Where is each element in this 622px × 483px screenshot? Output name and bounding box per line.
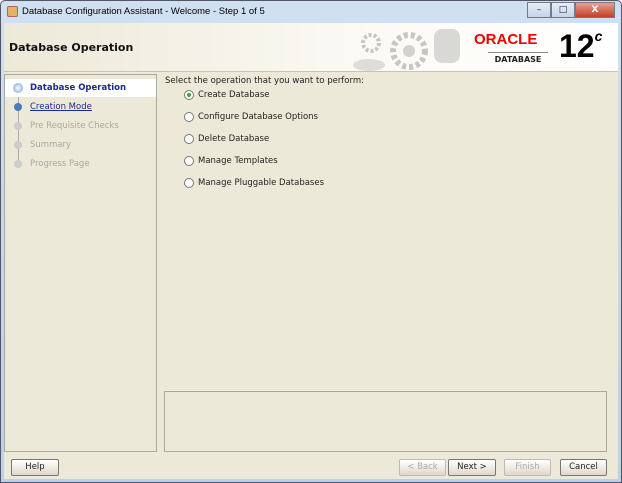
step-progress-page: Progress Page bbox=[5, 155, 156, 173]
step-label: Summary bbox=[30, 140, 72, 150]
radio-icon[interactable] bbox=[184, 112, 194, 122]
cancel-button[interactable]: Cancel bbox=[560, 459, 607, 476]
gears-graphic-icon bbox=[353, 29, 460, 71]
window-title: Database Configuration Assistant - Welco… bbox=[22, 6, 265, 17]
next-button[interactable]: Next > bbox=[448, 459, 496, 476]
step-dot-icon bbox=[14, 122, 22, 130]
step-label: Pre Requisite Checks bbox=[30, 121, 119, 131]
radio-selected-icon[interactable] bbox=[184, 90, 194, 100]
step-database-operation[interactable]: Database Operation bbox=[5, 79, 156, 97]
oracle-logo: ORACLE bbox=[474, 31, 538, 48]
database-label: DATABASE bbox=[488, 52, 548, 64]
radio-configure-database-options[interactable]: Configure Database Options bbox=[184, 112, 318, 122]
radio-label: Create Database bbox=[198, 90, 270, 100]
java-app-icon bbox=[7, 6, 18, 17]
radio-label: Delete Database bbox=[198, 134, 270, 144]
step-pre-requisite-checks: Pre Requisite Checks bbox=[5, 117, 156, 135]
step-summary: Summary bbox=[5, 136, 156, 154]
radio-label: Manage Templates bbox=[198, 156, 278, 166]
radio-manage-pluggable-databases[interactable]: Manage Pluggable Databases bbox=[184, 178, 324, 188]
radio-manage-templates[interactable]: Manage Templates bbox=[184, 156, 278, 166]
client-area: Database Operation ORACLE DATABASE 12c D… bbox=[4, 23, 618, 479]
title-bar: Database Configuration Assistant - Welco… bbox=[1, 1, 621, 23]
content-panel: Select the operation that you want to pe… bbox=[161, 74, 616, 452]
help-button[interactable]: Help bbox=[11, 459, 59, 476]
version-logo: 12c bbox=[559, 28, 603, 64]
dbca-window: Database Configuration Assistant - Welco… bbox=[0, 0, 622, 483]
radio-delete-database[interactable]: Delete Database bbox=[184, 134, 269, 144]
step-label: Creation Mode bbox=[30, 102, 92, 112]
radio-label: Configure Database Options bbox=[198, 112, 318, 122]
step-dot-icon bbox=[14, 160, 22, 168]
minimize-button[interactable]: – bbox=[527, 2, 551, 18]
step-creation-mode[interactable]: Creation Mode bbox=[5, 98, 156, 116]
radio-icon[interactable] bbox=[184, 134, 194, 144]
back-button[interactable]: < Back bbox=[399, 459, 446, 476]
page-title: Database Operation bbox=[9, 41, 134, 54]
step-dot-icon bbox=[14, 103, 22, 111]
header-banner: Database Operation ORACLE DATABASE 12c bbox=[4, 23, 618, 72]
operation-prompt: Select the operation that you want to pe… bbox=[165, 76, 364, 86]
radio-label: Manage Pluggable Databases bbox=[198, 178, 325, 188]
step-dot-icon bbox=[14, 141, 22, 149]
maximize-button[interactable]: □ bbox=[551, 2, 575, 18]
radio-icon[interactable] bbox=[184, 178, 194, 188]
step-label: Progress Page bbox=[30, 159, 90, 169]
close-button[interactable]: X bbox=[575, 2, 615, 18]
finish-button[interactable]: Finish bbox=[504, 459, 551, 476]
step-current-icon bbox=[13, 83, 23, 93]
message-area bbox=[164, 391, 607, 452]
step-label: Database Operation bbox=[30, 83, 127, 93]
steps-panel: Database Operation Creation Mode Pre Req… bbox=[4, 74, 157, 452]
radio-create-database[interactable]: Create Database bbox=[184, 90, 270, 100]
radio-icon[interactable] bbox=[184, 156, 194, 166]
